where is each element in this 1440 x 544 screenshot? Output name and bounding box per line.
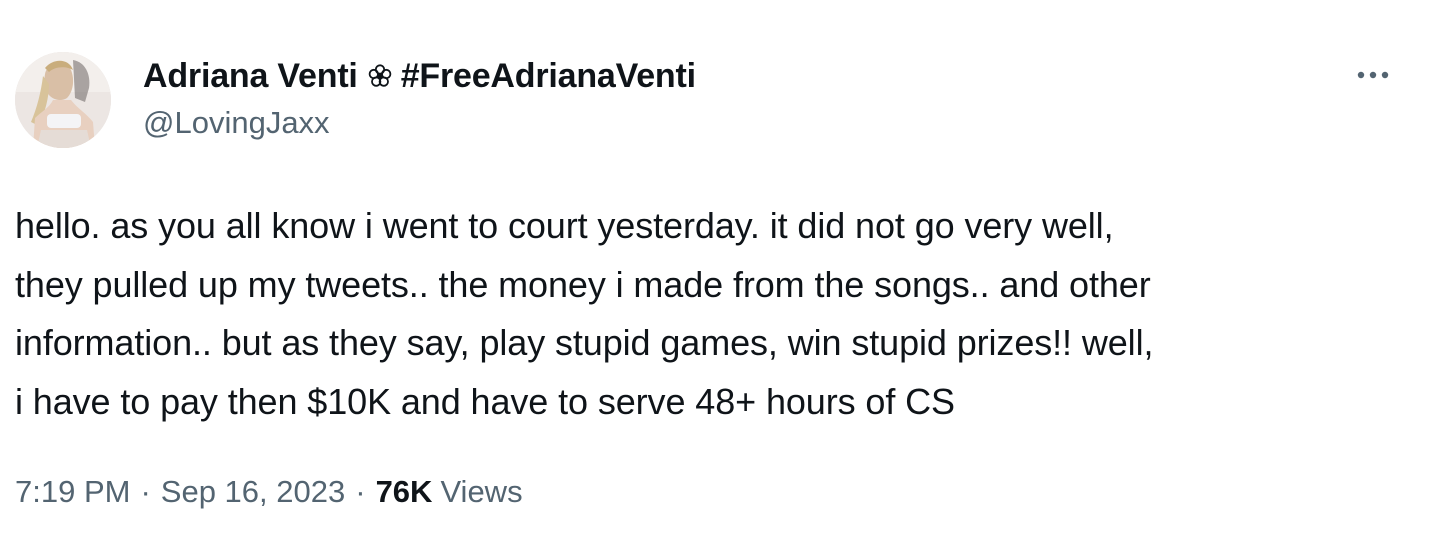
tweet-time-link[interactable]: 7:19 PM · Sep 16, 2023 <box>15 474 345 510</box>
meta-separator: · <box>355 474 366 509</box>
views-count: 76K <box>375 474 433 509</box>
tweet-text: hello. as you all know i went to court y… <box>15 197 1415 431</box>
avatar[interactable] <box>15 52 111 148</box>
more-horizontal-icon <box>1357 71 1389 79</box>
tweet-date: Sep 16, 2023 <box>160 474 346 509</box>
tweet-time: 7:19 PM <box>15 474 131 509</box>
name-hashtag[interactable]: #FreeAdrianaVenti <box>401 57 696 96</box>
tweet-text-line: they pulled up my tweets.. the money i m… <box>15 263 1151 305</box>
tweet: Adriana Venti #FreeAdrianaVenti @LovingJ… <box>0 0 1440 544</box>
flower-icon <box>367 63 393 89</box>
author-handle[interactable]: @LovingJaxx <box>143 105 330 141</box>
display-name[interactable]: Adriana Venti <box>143 57 358 96</box>
tweet-meta: 7:19 PM · Sep 16, 2023 · 76K Views <box>15 470 523 514</box>
more-options-button[interactable] <box>1352 60 1394 90</box>
views-label: Views <box>440 474 523 509</box>
views-link[interactable]: 76K Views <box>376 474 523 510</box>
tweet-text-line: i have to pay then $10K and have to serv… <box>15 380 955 422</box>
tweet-text-line: information.. but as they say, play stup… <box>15 322 1154 363</box>
author-name-row[interactable]: Adriana Venti #FreeAdrianaVenti <box>143 55 696 97</box>
tweet-text-line: hello. as you all know i went to court y… <box>15 205 1114 246</box>
avatar-photo <box>15 52 111 148</box>
meta-separator: · <box>140 474 151 509</box>
